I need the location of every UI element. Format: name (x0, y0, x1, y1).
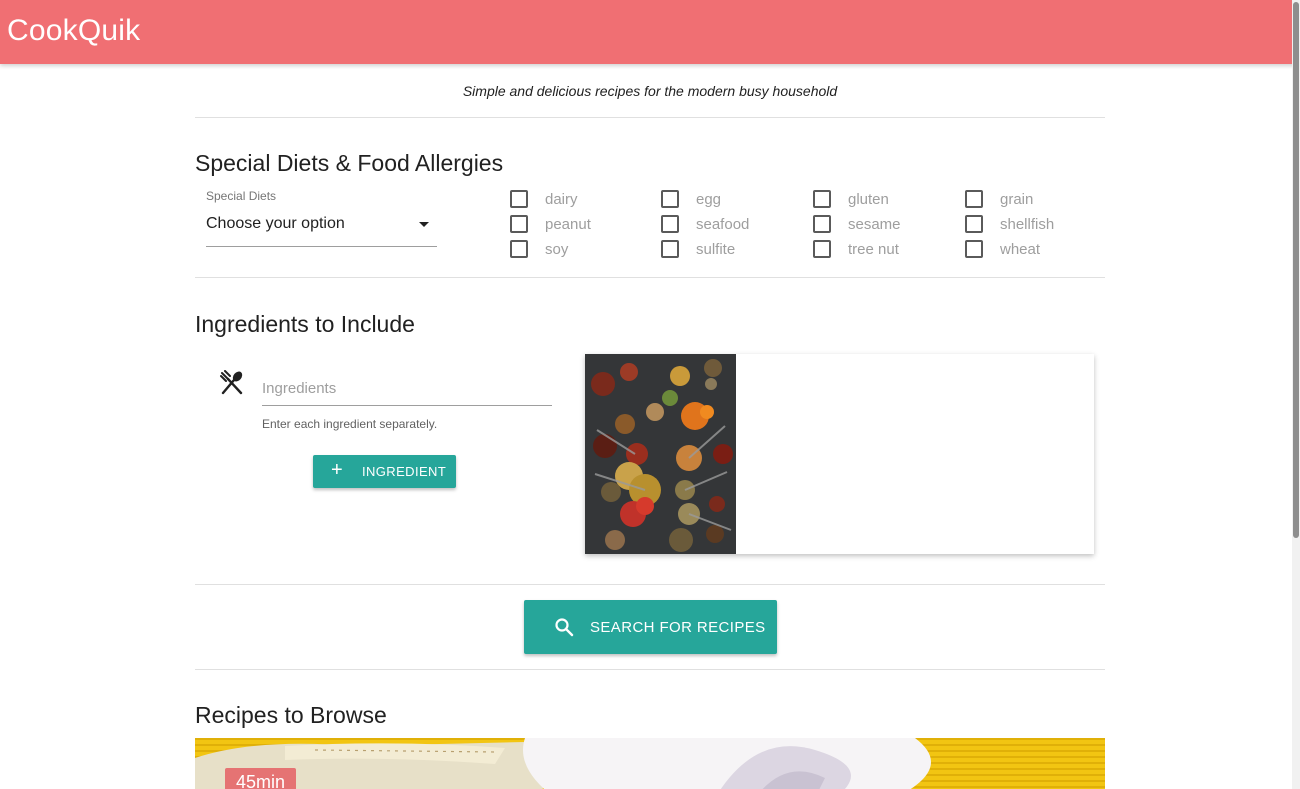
allergen-label: peanut (545, 216, 591, 233)
special-diets-label: Special Diets (206, 189, 277, 203)
allergen-label: seafood (696, 216, 750, 233)
allergen-label: grain (1000, 191, 1034, 208)
divider (195, 584, 1105, 585)
divider (195, 277, 1105, 278)
ingredient-helper-text: Enter each ingredient separately. (262, 417, 438, 431)
checkbox-box[interactable] (965, 190, 983, 208)
checkbox-box[interactable] (510, 190, 528, 208)
checkbox-box[interactable] (661, 190, 679, 208)
scrollbar[interactable] (1292, 0, 1300, 789)
divider (195, 117, 1105, 118)
special-diets-value: Choose your option (206, 215, 345, 232)
allergen-label: wheat (1000, 241, 1041, 258)
allergen-label: sulfite (696, 241, 736, 258)
ingredient-card (585, 354, 1094, 554)
checkbox-box[interactable] (813, 190, 831, 208)
plus-icon: + (331, 459, 344, 481)
scroll-thumb[interactable] (1293, 2, 1299, 538)
allergen-label: tree nut (848, 241, 899, 258)
checkbox-box[interactable] (510, 215, 528, 233)
recipe-image (195, 738, 1105, 789)
allergen-label: shellfish (1000, 216, 1055, 233)
navbar: CookQuik (0, 0, 1300, 64)
add-ingredient-button[interactable]: + Ingredient (313, 455, 456, 488)
checkbox-box[interactable] (510, 240, 528, 258)
tagline: Simple and delicious recipes for the mod… (462, 83, 838, 99)
recipe-card-image[interactable]: 45min (195, 738, 1105, 789)
allergen-label: egg (696, 191, 722, 208)
cook-time-badge: 45min (225, 768, 297, 789)
ingredients-heading: Ingredients to Include (195, 311, 415, 337)
checkbox-box[interactable] (965, 240, 983, 258)
checkbox-box[interactable] (813, 240, 831, 258)
allergen-label: sesame (848, 216, 901, 233)
utensils-icon (220, 370, 243, 395)
dropdown-caret-icon (419, 222, 429, 227)
search-recipes-label: Search for Recipes (590, 619, 766, 636)
diets-heading: Special Diets & Food Allergies (195, 150, 504, 176)
allergen-label: dairy (545, 191, 578, 208)
checkbox-box[interactable] (965, 215, 983, 233)
search-recipes-button[interactable]: Search for Recipes (524, 600, 777, 654)
checkbox-box[interactable] (813, 215, 831, 233)
checkbox-box[interactable] (661, 240, 679, 258)
ingredient-input[interactable] (262, 370, 552, 406)
checkbox-box[interactable] (661, 215, 679, 233)
special-diets-select[interactable]: Choose your option (206, 211, 437, 247)
spices-image (585, 354, 736, 554)
add-ingredient-label: Ingredient (362, 464, 447, 479)
search-icon (555, 618, 574, 637)
browse-heading: Recipes to Browse (195, 702, 387, 728)
allergen-label: gluten (848, 191, 889, 208)
allergen-label: soy (545, 241, 569, 258)
divider (195, 669, 1105, 670)
brand-logo[interactable]: CookQuik (7, 14, 140, 48)
